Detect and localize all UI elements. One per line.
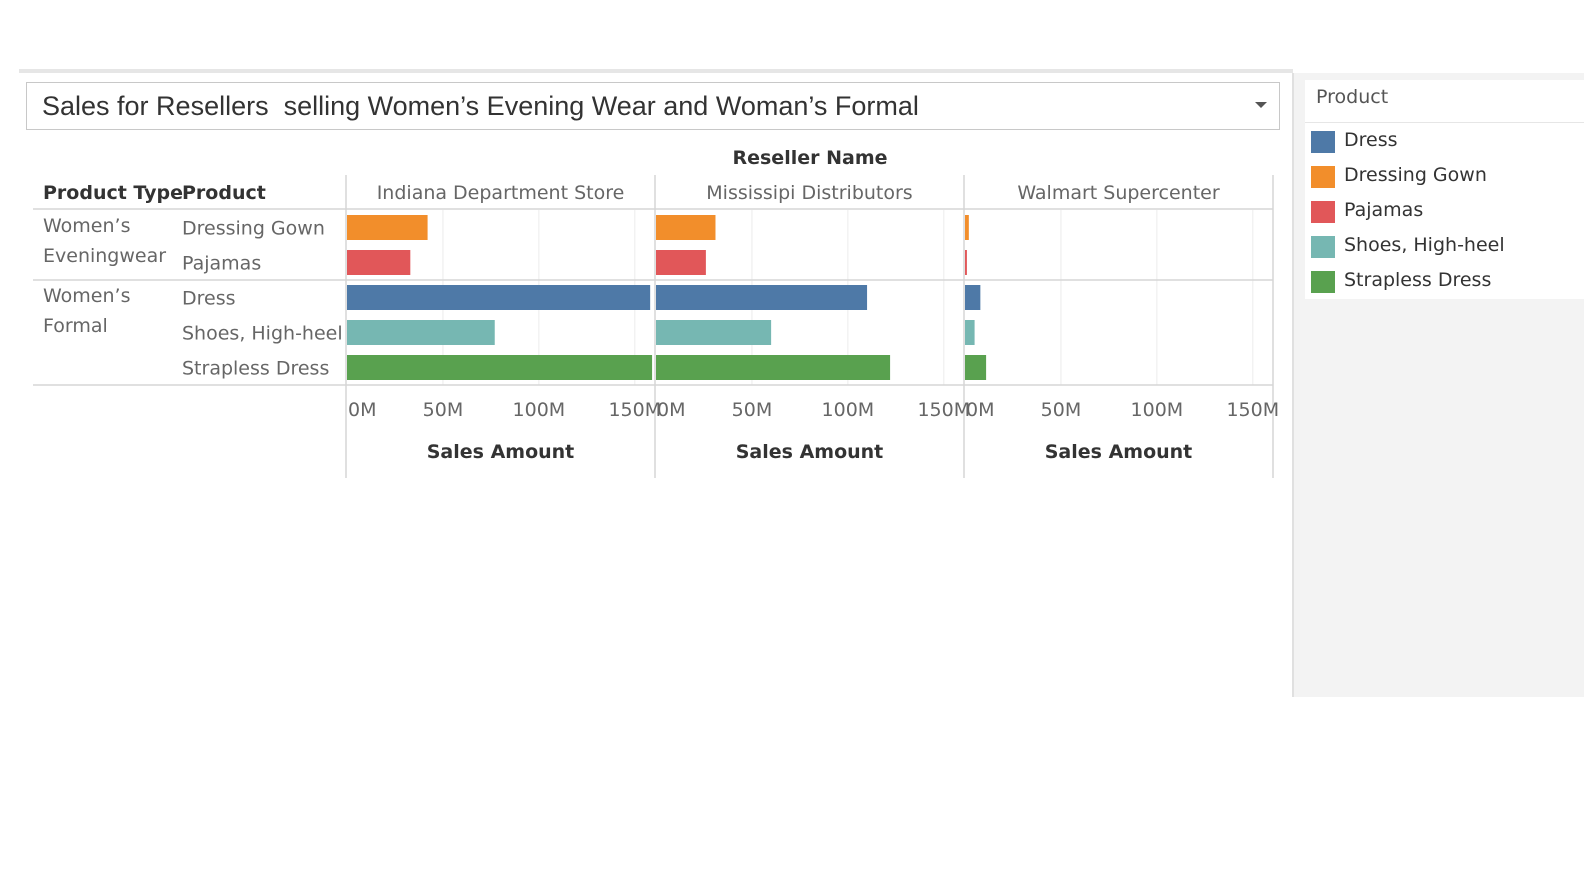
bar [347,250,411,275]
bar [965,285,981,310]
bar [347,320,495,345]
bar [656,285,868,310]
axis-title: Sales Amount [1045,441,1193,463]
tick-label: 100M [1131,399,1184,421]
tick-label: 50M [423,399,464,421]
panel-header: Walmart Supercenter [1017,182,1220,204]
bar [965,215,969,240]
bar [347,285,651,310]
bar [347,215,428,240]
tick-label: 100M [513,399,566,421]
row-header-product-type: Product Type [43,182,183,204]
bar [656,215,716,240]
bar [656,355,891,380]
tick-label: 0M [966,399,994,421]
product-label: Strapless Dress [182,358,329,380]
tick-label: 50M [1041,399,1082,421]
bar-chart: Reseller Name Product TypeProduct Indiana … [33,147,1279,478]
axis-title: Sales Amount [736,441,884,463]
tick-label: 100M [822,399,875,421]
product-label: Dressing Gown [182,218,325,240]
tick-label: 0M [657,399,685,421]
product-label: Shoes, High-heel [182,323,343,345]
tick-label: 150M [1226,399,1279,421]
bar [347,355,653,380]
panel-header: Mississipi Distributors [706,182,912,204]
tick-label: 0M [348,399,376,421]
bar [965,355,987,380]
tick-label: 150M [608,399,661,421]
product-type-label: Women’s [43,215,130,237]
product-label: Pajamas [182,253,261,275]
tick-label: 50M [732,399,773,421]
bar [656,250,706,275]
product-label: Dress [182,288,236,310]
tick-label: 150M [917,399,970,421]
column-group-label: Reseller Name [732,147,887,169]
product-type-label: Eveningwear [43,245,166,267]
panel-header: Indiana Department Store [377,182,625,204]
axis-title: Sales Amount [427,441,575,463]
row-header-product: Product [182,182,266,204]
bar [656,320,772,345]
bar [965,250,967,275]
product-type-label: Formal [43,315,108,337]
bar [965,320,975,345]
product-type-label: Women’s [43,285,130,307]
